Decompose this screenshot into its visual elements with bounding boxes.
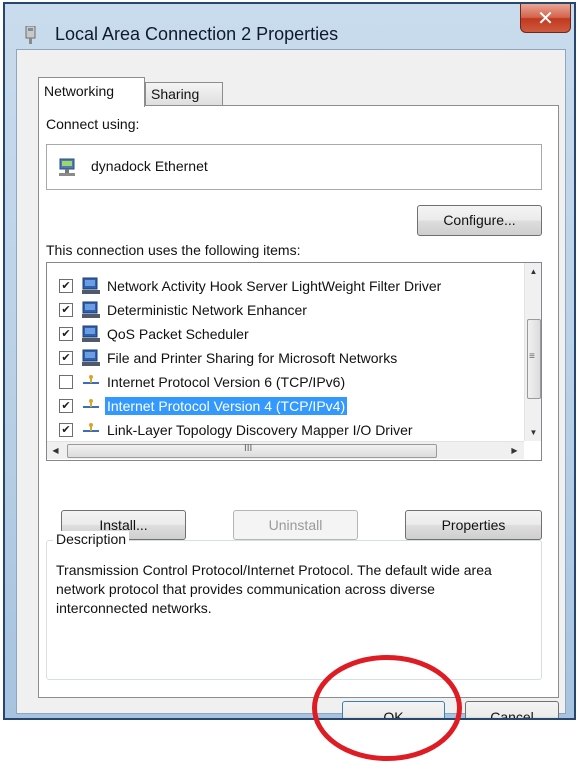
properties-button[interactable]: Properties xyxy=(405,510,542,540)
adapter-field: dynadock Ethernet xyxy=(46,144,542,190)
protocol-icon xyxy=(83,399,99,408)
list-item[interactable]: ✔ Link-Layer Topology Discovery Mapper I… xyxy=(47,419,517,443)
close-button[interactable]: ✕ xyxy=(520,4,571,33)
item-checkbox[interactable]: ✔ xyxy=(59,303,73,317)
grip-icon: III xyxy=(244,443,253,454)
scroll-left-icon[interactable]: ◀ xyxy=(47,442,64,459)
items-label: This connection uses the following items… xyxy=(46,242,301,258)
uninstall-button[interactable]: Uninstall xyxy=(233,510,358,540)
tab-sharing[interactable]: Sharing xyxy=(145,82,223,106)
protocol-icon xyxy=(83,423,99,432)
network-component-icon xyxy=(82,325,100,342)
list-item[interactable]: ✔ QoS Packet Scheduler xyxy=(47,323,517,347)
horizontal-scrollbar[interactable]: ◀ III ▶ xyxy=(47,441,524,459)
list-item[interactable]: ✔ Network Activity Hook Server LightWeig… xyxy=(47,275,517,299)
item-label: File and Printer Sharing for Microsoft N… xyxy=(107,350,398,366)
close-icon: ✕ xyxy=(537,6,554,30)
item-label: Deterministic Network Enhancer xyxy=(107,302,307,318)
adapter-name: dynadock Ethernet xyxy=(91,158,208,174)
item-label: Internet Protocol Version 6 (TCP/IPv6) xyxy=(107,374,346,390)
network-adapter-icon xyxy=(59,158,75,176)
item-checkbox[interactable]: ✔ xyxy=(59,399,73,413)
connect-using-label: Connect using: xyxy=(46,116,140,132)
item-checkbox[interactable]: ✔ xyxy=(59,279,73,293)
description-text: Transmission Control Protocol/Internet P… xyxy=(56,562,492,616)
list-item[interactable]: ✔ Internet Protocol Version 4 (TCP/IPv4) xyxy=(47,395,517,419)
tab-networking[interactable]: Networking xyxy=(38,77,145,107)
properties-dialog: Local Area Connection 2 Properties ✕ Net… xyxy=(3,2,576,720)
grip-icon: ≡ xyxy=(529,351,535,362)
item-label: Link-Layer Topology Discovery Mapper I/O… xyxy=(107,422,413,438)
network-component-icon xyxy=(82,301,100,318)
protocol-icon xyxy=(83,375,99,384)
item-checkbox[interactable] xyxy=(59,375,73,389)
scroll-down-icon[interactable]: ▼ xyxy=(525,424,541,441)
description-group: Description Transmission Control Protoco… xyxy=(46,531,542,680)
vertical-scrollbar[interactable]: ▲ ≡ ▼ xyxy=(524,263,541,441)
item-label-selected: Internet Protocol Version 4 (TCP/IPv4) xyxy=(105,397,348,415)
network-adapter-icon xyxy=(25,26,36,44)
components-list[interactable]: ✔ Network Activity Hook Server LightWeig… xyxy=(46,262,542,461)
scroll-up-icon[interactable]: ▲ xyxy=(525,263,541,280)
item-label: Network Activity Hook Server LightWeight… xyxy=(107,278,442,294)
configure-button[interactable]: Configure... xyxy=(417,205,542,236)
item-checkbox[interactable]: ✔ xyxy=(59,423,73,437)
cancel-button[interactable]: Cancel xyxy=(465,701,559,718)
scroll-right-icon[interactable]: ▶ xyxy=(506,442,523,459)
dialog-client-area: Networking Sharing Connect using: dynado… xyxy=(16,49,566,718)
window-title: Local Area Connection 2 Properties xyxy=(55,24,339,44)
list-item[interactable]: ✔ File and Printer Sharing for Microsoft… xyxy=(47,347,517,371)
network-component-icon xyxy=(82,277,100,294)
description-legend: Description xyxy=(53,531,130,547)
item-checkbox[interactable]: ✔ xyxy=(59,351,73,365)
network-component-icon xyxy=(82,349,100,366)
item-checkbox[interactable]: ✔ xyxy=(59,327,73,341)
ok-button[interactable]: OK xyxy=(342,701,445,718)
list-item[interactable]: Internet Protocol Version 6 (TCP/IPv6) xyxy=(47,371,517,395)
item-label: QoS Packet Scheduler xyxy=(107,326,249,342)
list-item[interactable]: ✔ Deterministic Network Enhancer xyxy=(47,299,517,323)
